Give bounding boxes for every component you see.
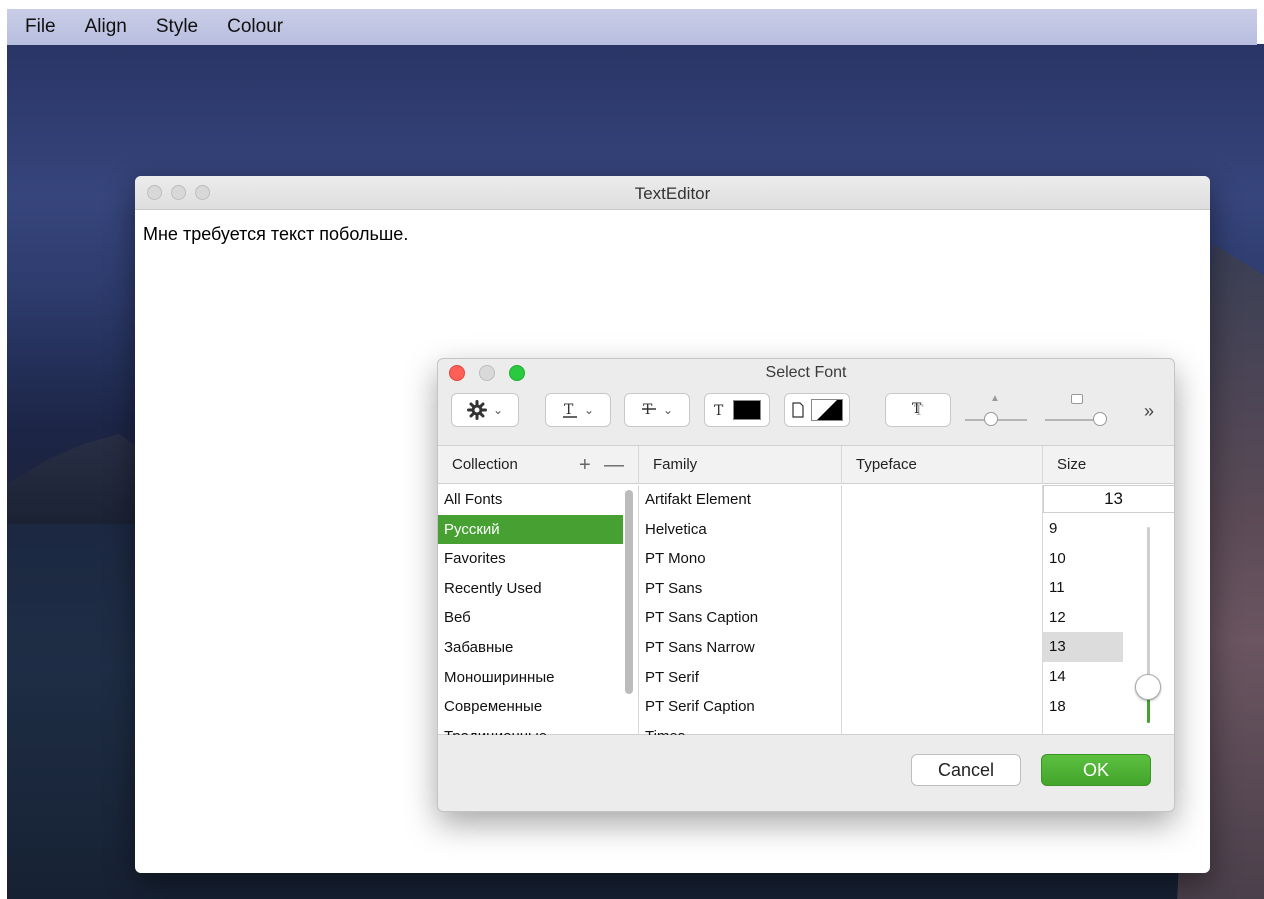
menu-align[interactable]: Align bbox=[85, 16, 127, 38]
size-list: 9 10 11 12 13 14 18 bbox=[1043, 514, 1123, 735]
collection-item[interactable]: Веб bbox=[438, 603, 638, 633]
family-item[interactable]: PT Serif bbox=[639, 663, 841, 693]
size-input[interactable] bbox=[1043, 485, 1174, 513]
font-panel: Select Font ⌄ T ⌄ T ⌄ T T T ▲ » Collecti… bbox=[437, 358, 1175, 812]
size-item-selected[interactable]: 13 bbox=[1043, 632, 1123, 662]
collection-item[interactable]: Моноширинные bbox=[438, 663, 638, 693]
svg-text:T: T bbox=[564, 402, 574, 418]
family-item[interactable]: Artifakt Element bbox=[639, 485, 841, 515]
strikethrough-icon: T bbox=[641, 402, 656, 418]
add-collection-icon[interactable]: + bbox=[579, 454, 591, 477]
underline-icon: T bbox=[562, 402, 577, 418]
svg-text:T: T bbox=[714, 403, 724, 418]
chevron-down-icon: ⌄ bbox=[583, 403, 595, 417]
document-color-button[interactable] bbox=[784, 393, 850, 427]
family-item[interactable]: PT Serif Caption bbox=[639, 692, 841, 722]
family-item[interactable]: PT Sans Narrow bbox=[639, 633, 841, 663]
action-menu-button[interactable]: ⌄ bbox=[451, 393, 519, 427]
text-color-icon: T bbox=[714, 403, 724, 418]
panel-title: Select Font bbox=[765, 364, 847, 381]
menu-file[interactable]: File bbox=[25, 16, 56, 38]
window-title: TextEditor bbox=[634, 184, 711, 203]
collection-item[interactable]: Recently Used bbox=[438, 574, 638, 604]
remove-collection-icon[interactable]: — bbox=[604, 454, 624, 477]
strikethrough-menu-button[interactable]: T ⌄ bbox=[624, 393, 690, 427]
slider-knob[interactable] bbox=[984, 412, 998, 426]
menu-style[interactable]: Style bbox=[156, 16, 198, 38]
collection-item[interactable]: Современные bbox=[438, 692, 638, 722]
square-icon bbox=[1071, 394, 1083, 404]
text-color-swatch bbox=[733, 400, 761, 420]
menu-colour[interactable]: Colour bbox=[227, 16, 283, 38]
size-item[interactable]: 10 bbox=[1043, 544, 1123, 574]
window-titlebar[interactable]: TextEditor bbox=[135, 176, 1210, 210]
family-item[interactable]: Helvetica bbox=[639, 515, 841, 545]
document-text[interactable]: Мне требуется текст побольше. bbox=[143, 224, 408, 245]
family-item[interactable]: PT Sans bbox=[639, 574, 841, 604]
typeface-header-label: Typeface bbox=[856, 456, 917, 473]
family-item[interactable]: PT Mono bbox=[639, 544, 841, 574]
family-item[interactable]: Times bbox=[639, 722, 841, 735]
typeface-list[interactable] bbox=[842, 485, 1043, 735]
slider-knob[interactable] bbox=[1093, 412, 1107, 426]
size-item[interactable]: 11 bbox=[1043, 573, 1123, 603]
typeface-header: Typeface bbox=[842, 446, 1043, 484]
gear-icon bbox=[466, 400, 487, 420]
chevron-down-icon: ⌄ bbox=[492, 403, 504, 417]
font-browser: Collection + — Family Typeface Size All … bbox=[438, 445, 1174, 735]
size-slider-knob[interactable] bbox=[1135, 674, 1161, 700]
size-header-label: Size bbox=[1057, 456, 1087, 473]
family-item[interactable]: PT Sans Caption bbox=[639, 603, 841, 633]
overflow-icon[interactable]: » bbox=[1144, 401, 1154, 422]
underline-menu-button[interactable]: T ⌄ bbox=[545, 393, 611, 427]
mountain-left bbox=[7, 434, 147, 524]
collection-item[interactable]: All Fonts bbox=[438, 485, 638, 515]
chevron-down-icon: ⌄ bbox=[662, 403, 674, 417]
family-header: Family bbox=[639, 446, 842, 484]
size-item[interactable]: 12 bbox=[1043, 603, 1123, 633]
document-color-swatch bbox=[811, 399, 843, 421]
svg-text:T: T bbox=[643, 402, 653, 418]
cancel-button[interactable]: Cancel bbox=[911, 754, 1021, 786]
size-item[interactable]: 14 bbox=[1043, 662, 1123, 692]
svg-text:T: T bbox=[912, 401, 922, 417]
collection-header-label: Collection bbox=[452, 456, 518, 473]
text-color-button[interactable]: T bbox=[704, 393, 770, 427]
document-icon bbox=[792, 402, 804, 418]
collection-item-selected[interactable]: Русский bbox=[438, 514, 623, 545]
family-list: Artifakt Element Helvetica PT Mono PT Sa… bbox=[639, 485, 842, 735]
collection-item[interactable]: Забавные bbox=[438, 633, 638, 663]
menubar: File Align Style Colour bbox=[7, 9, 1257, 45]
collection-item[interactable]: Favorites bbox=[438, 544, 638, 574]
size-header: Size bbox=[1043, 446, 1174, 484]
collection-scrollbar[interactable] bbox=[625, 490, 633, 694]
size-item[interactable]: 18 bbox=[1043, 692, 1123, 722]
ok-button[interactable]: OK bbox=[1041, 754, 1151, 786]
collection-list: All Fonts Русский Favorites Recently Use… bbox=[438, 485, 639, 735]
collection-item[interactable]: Традиционные bbox=[438, 722, 638, 735]
triangle-up-icon: ▲ bbox=[990, 393, 1000, 404]
text-shadow-icon: T T bbox=[912, 401, 924, 419]
size-item[interactable]: 9 bbox=[1043, 514, 1123, 544]
text-shadow-button[interactable]: T T bbox=[885, 393, 951, 427]
family-header-label: Family bbox=[653, 456, 698, 473]
